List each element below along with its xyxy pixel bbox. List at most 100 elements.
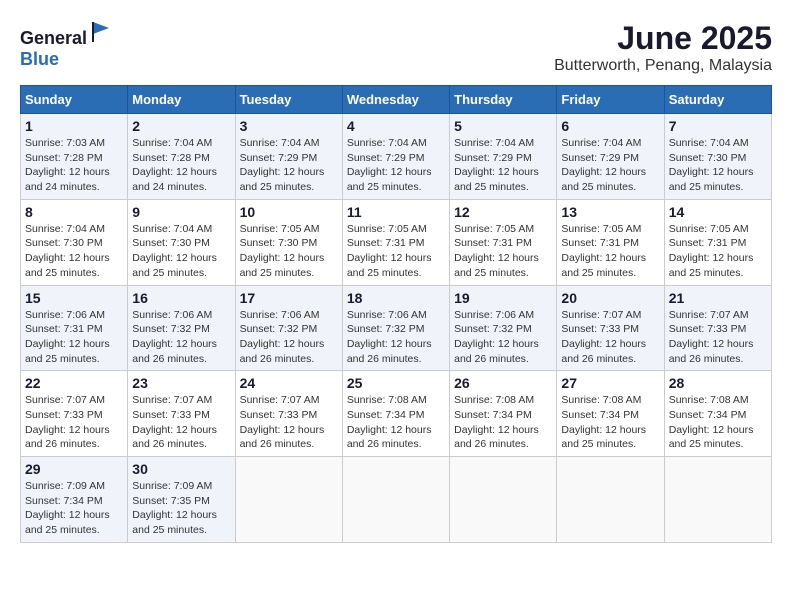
day-cell: 4 Sunrise: 7:04 AM Sunset: 7:29 PM Dayli… [342,114,449,200]
sunset-label: Sunset: 7:30 PM [240,237,318,249]
daylight-label: Daylight: 12 hours [25,424,110,436]
day-info: Sunrise: 7:04 AM Sunset: 7:30 PM Dayligh… [25,222,123,281]
day-number: 13 [561,204,659,220]
day-info: Sunrise: 7:09 AM Sunset: 7:34 PM Dayligh… [25,479,123,538]
daylight-label: Daylight: 12 hours [132,509,217,521]
sunrise-label: Sunrise: 7:04 AM [347,137,427,149]
sunrise-label: Sunrise: 7:08 AM [561,394,641,406]
daylight-label: Daylight: 12 hours [561,252,646,264]
title-area: June 2025 Butterworth, Penang, Malaysia [554,20,772,75]
sunrise-label: Sunrise: 7:06 AM [347,309,427,321]
daylight-label: Daylight: 12 hours [132,166,217,178]
daylight-minutes: and 24 minutes. [132,181,207,193]
day-cell [342,457,449,543]
daylight-label: Daylight: 12 hours [561,166,646,178]
daylight-minutes: and 25 minutes. [454,267,529,279]
day-info: Sunrise: 7:04 AM Sunset: 7:30 PM Dayligh… [669,136,767,195]
sunset-label: Sunset: 7:33 PM [240,409,318,421]
sunset-label: Sunset: 7:32 PM [454,323,532,335]
daylight-minutes: and 26 minutes. [240,353,315,365]
day-info: Sunrise: 7:07 AM Sunset: 7:33 PM Dayligh… [25,393,123,452]
day-number: 15 [25,290,123,306]
sunset-label: Sunset: 7:34 PM [561,409,639,421]
day-info: Sunrise: 7:06 AM Sunset: 7:32 PM Dayligh… [347,308,445,367]
header-cell-saturday: Saturday [664,86,771,114]
sunrise-label: Sunrise: 7:05 AM [454,223,534,235]
daylight-minutes: and 26 minutes. [347,353,422,365]
header-cell-sunday: Sunday [21,86,128,114]
daylight-label: Daylight: 12 hours [454,252,539,264]
day-cell: 24 Sunrise: 7:07 AM Sunset: 7:33 PM Dayl… [235,371,342,457]
day-number: 20 [561,290,659,306]
sunset-label: Sunset: 7:28 PM [25,152,103,164]
sunset-label: Sunset: 7:33 PM [132,409,210,421]
day-info: Sunrise: 7:06 AM Sunset: 7:32 PM Dayligh… [240,308,338,367]
day-cell: 30 Sunrise: 7:09 AM Sunset: 7:35 PM Dayl… [128,457,235,543]
day-info: Sunrise: 7:04 AM Sunset: 7:29 PM Dayligh… [561,136,659,195]
daylight-minutes: and 26 minutes. [132,353,207,365]
daylight-label: Daylight: 12 hours [132,424,217,436]
daylight-minutes: and 25 minutes. [669,267,744,279]
daylight-minutes: and 26 minutes. [561,353,636,365]
day-info: Sunrise: 7:03 AM Sunset: 7:28 PM Dayligh… [25,136,123,195]
sunset-label: Sunset: 7:32 PM [240,323,318,335]
day-cell: 2 Sunrise: 7:04 AM Sunset: 7:28 PM Dayli… [128,114,235,200]
day-cell: 21 Sunrise: 7:07 AM Sunset: 7:33 PM Dayl… [664,285,771,371]
sunrise-label: Sunrise: 7:09 AM [25,480,105,492]
sunrise-label: Sunrise: 7:06 AM [25,309,105,321]
daylight-minutes: and 26 minutes. [25,438,100,450]
day-cell: 11 Sunrise: 7:05 AM Sunset: 7:31 PM Dayl… [342,199,449,285]
sunset-label: Sunset: 7:30 PM [132,237,210,249]
sunset-label: Sunset: 7:34 PM [25,495,103,507]
day-info: Sunrise: 7:09 AM Sunset: 7:35 PM Dayligh… [132,479,230,538]
sunrise-label: Sunrise: 7:04 AM [454,137,534,149]
day-info: Sunrise: 7:07 AM Sunset: 7:33 PM Dayligh… [669,308,767,367]
daylight-label: Daylight: 12 hours [25,166,110,178]
day-cell: 25 Sunrise: 7:08 AM Sunset: 7:34 PM Dayl… [342,371,449,457]
daylight-label: Daylight: 12 hours [25,509,110,521]
week-row-5: 29 Sunrise: 7:09 AM Sunset: 7:34 PM Dayl… [21,457,772,543]
day-cell: 16 Sunrise: 7:06 AM Sunset: 7:32 PM Dayl… [128,285,235,371]
day-cell: 6 Sunrise: 7:04 AM Sunset: 7:29 PM Dayli… [557,114,664,200]
day-info: Sunrise: 7:06 AM Sunset: 7:32 PM Dayligh… [454,308,552,367]
day-info: Sunrise: 7:07 AM Sunset: 7:33 PM Dayligh… [240,393,338,452]
daylight-label: Daylight: 12 hours [347,338,432,350]
daylight-label: Daylight: 12 hours [561,338,646,350]
sunset-label: Sunset: 7:31 PM [347,237,425,249]
daylight-minutes: and 25 minutes. [132,524,207,536]
day-cell: 26 Sunrise: 7:08 AM Sunset: 7:34 PM Dayl… [450,371,557,457]
day-info: Sunrise: 7:08 AM Sunset: 7:34 PM Dayligh… [561,393,659,452]
header-row: SundayMondayTuesdayWednesdayThursdayFrid… [21,86,772,114]
sunrise-label: Sunrise: 7:08 AM [347,394,427,406]
day-cell: 12 Sunrise: 7:05 AM Sunset: 7:31 PM Dayl… [450,199,557,285]
day-info: Sunrise: 7:07 AM Sunset: 7:33 PM Dayligh… [561,308,659,367]
sunset-label: Sunset: 7:32 PM [347,323,425,335]
sunrise-label: Sunrise: 7:04 AM [561,137,641,149]
sunrise-label: Sunrise: 7:04 AM [132,137,212,149]
day-info: Sunrise: 7:06 AM Sunset: 7:31 PM Dayligh… [25,308,123,367]
daylight-label: Daylight: 12 hours [561,424,646,436]
daylight-label: Daylight: 12 hours [347,166,432,178]
sunset-label: Sunset: 7:30 PM [669,152,747,164]
sunset-label: Sunset: 7:35 PM [132,495,210,507]
day-info: Sunrise: 7:04 AM Sunset: 7:29 PM Dayligh… [454,136,552,195]
sunrise-label: Sunrise: 7:07 AM [669,309,749,321]
day-number: 28 [669,375,767,391]
daylight-minutes: and 25 minutes. [347,267,422,279]
sunset-label: Sunset: 7:29 PM [454,152,532,164]
sunset-label: Sunset: 7:33 PM [669,323,747,335]
day-info: Sunrise: 7:04 AM Sunset: 7:29 PM Dayligh… [240,136,338,195]
header-cell-monday: Monday [128,86,235,114]
sunset-label: Sunset: 7:33 PM [25,409,103,421]
day-number: 26 [454,375,552,391]
day-cell: 29 Sunrise: 7:09 AM Sunset: 7:34 PM Dayl… [21,457,128,543]
page-header: General Blue June 2025 Butterworth, Pena… [20,20,772,75]
daylight-minutes: and 25 minutes. [347,181,422,193]
sunset-label: Sunset: 7:31 PM [561,237,639,249]
day-number: 10 [240,204,338,220]
daylight-label: Daylight: 12 hours [669,424,754,436]
sunrise-label: Sunrise: 7:07 AM [561,309,641,321]
day-cell: 18 Sunrise: 7:06 AM Sunset: 7:32 PM Dayl… [342,285,449,371]
daylight-minutes: and 25 minutes. [669,181,744,193]
day-cell: 8 Sunrise: 7:04 AM Sunset: 7:30 PM Dayli… [21,199,128,285]
